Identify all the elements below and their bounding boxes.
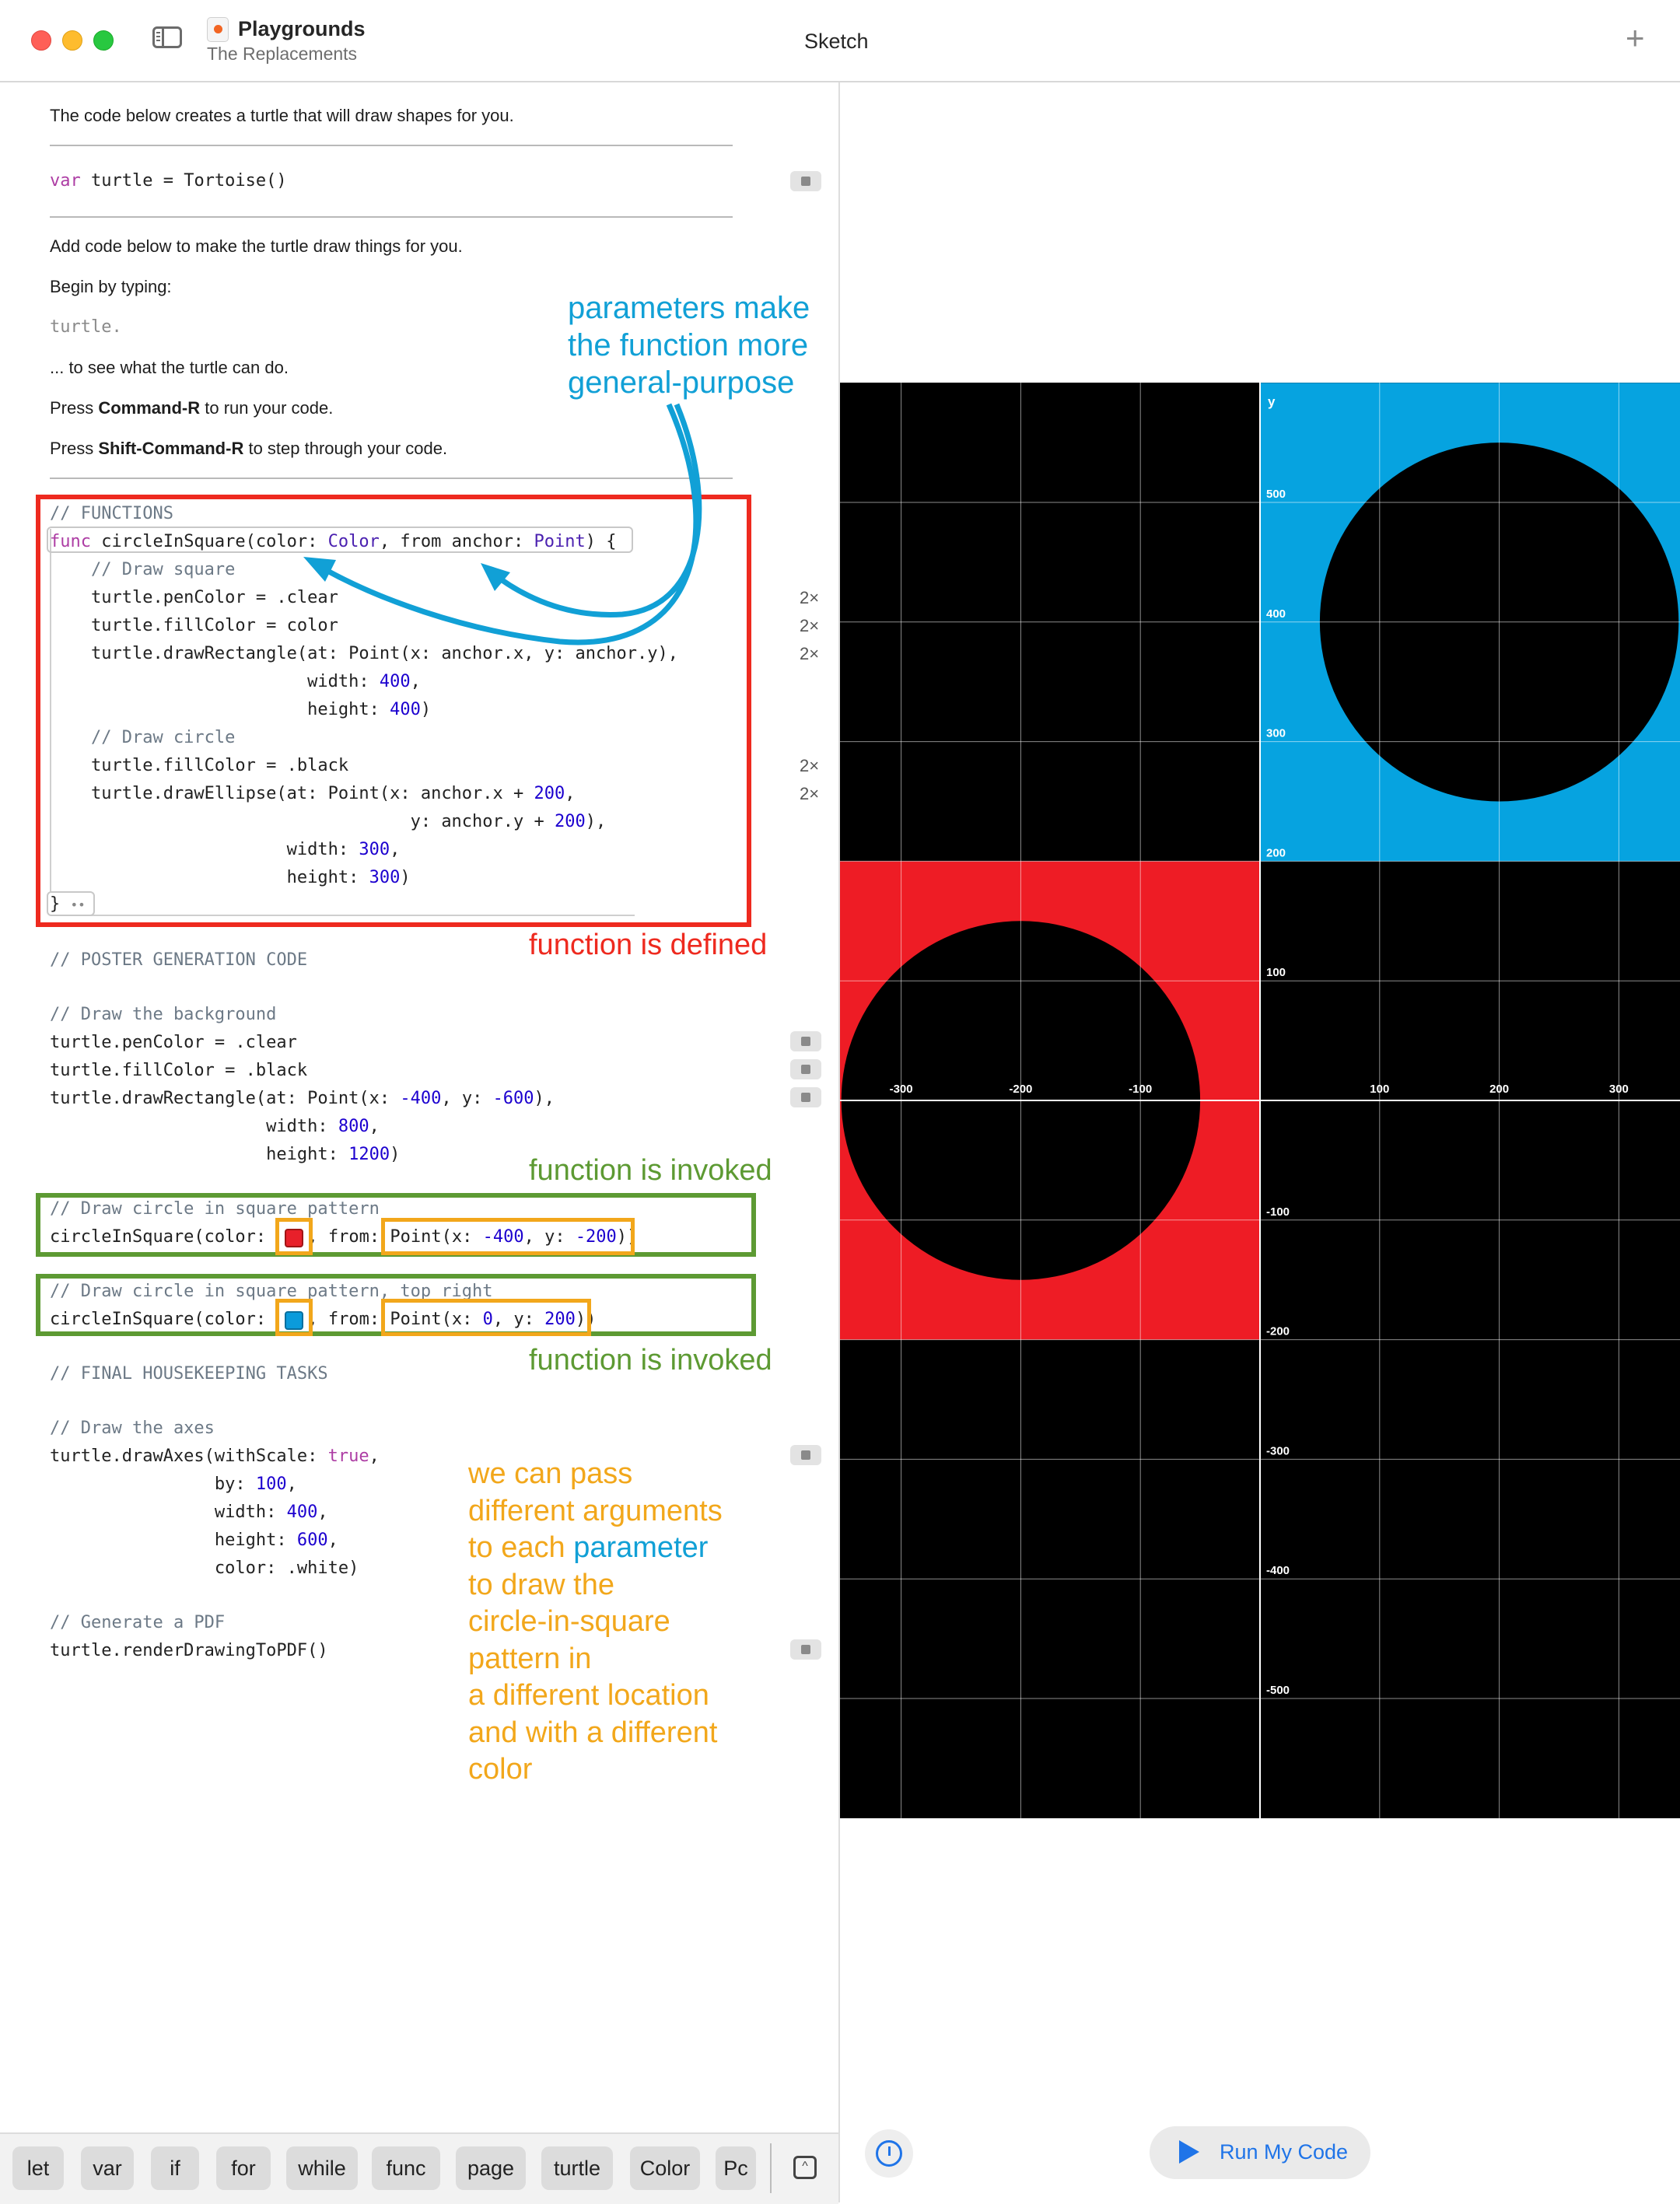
code-line-axes-height[interactable]: height: 600, xyxy=(50,1531,338,1550)
code-line-axes-by[interactable]: by: 100, xyxy=(50,1475,297,1494)
code-line-bg-rect[interactable]: turtle.drawRectangle(at: Point(x: -400, … xyxy=(50,1089,555,1108)
add-icon[interactable]: + xyxy=(1626,22,1645,54)
annotation-function-defined: function is defined xyxy=(529,929,768,961)
code-line-bg-height[interactable]: height: 1200) xyxy=(50,1145,400,1164)
keyword-var[interactable]: var xyxy=(81,2146,134,2190)
keyword-while[interactable]: while xyxy=(286,2146,358,2190)
x-tick-label: 100 xyxy=(1370,1083,1389,1096)
y-tick-label: -100 xyxy=(1266,1205,1290,1219)
run-my-code-label[interactable]: Run My Code xyxy=(1220,2140,1348,2164)
turtle-drawing: -300 -200 -100 100 200 300 500 400 300 200 100 -100… xyxy=(840,383,1680,1818)
y-tick-label: -400 xyxy=(1266,1564,1290,1577)
keyword-point[interactable]: Pc xyxy=(716,2146,756,2190)
code-line-axes-color[interactable]: color: .white) xyxy=(50,1559,359,1578)
annotation-parameters: parameters make the function more genera… xyxy=(568,291,810,400)
result-badge-icon[interactable] xyxy=(790,1087,821,1107)
code-line-bg-width[interactable]: width: 800, xyxy=(50,1117,380,1136)
turtle-canvas: -300 -200 -100 100 200 300 500 400 300 200 100 -100… xyxy=(840,383,1680,1818)
y-tick-label: 500 xyxy=(1266,488,1286,501)
keyword-page[interactable]: page xyxy=(456,2146,526,2190)
annotation-function-invoked: function is invoked xyxy=(529,1344,772,1377)
keyword-color[interactable]: Color xyxy=(630,2146,700,2190)
x-tick-label: -100 xyxy=(1129,1083,1152,1096)
shortcut-bar-separator xyxy=(770,2143,772,2193)
result-badge-icon[interactable] xyxy=(790,1031,821,1051)
y-tick-label: -500 xyxy=(1266,1684,1290,1697)
x-tick-label: -300 xyxy=(890,1083,913,1096)
argument-highlight-color-2 xyxy=(275,1299,313,1336)
code-comment-final[interactable]: // FINAL HOUSEKEEPING TASKS xyxy=(50,1364,328,1384)
x-tick-label: -200 xyxy=(1009,1083,1032,1096)
code-line-bg-fill[interactable]: turtle.fillColor = .black xyxy=(50,1061,307,1080)
annotation-arguments: we can pass different arguments to each … xyxy=(468,1457,723,1786)
keyword-let[interactable]: let xyxy=(12,2146,64,2190)
speed-gauge-icon[interactable] xyxy=(865,2129,913,2178)
code-comment-axes[interactable]: // Draw the axes xyxy=(50,1419,215,1438)
argument-highlight-point-2 xyxy=(381,1299,591,1336)
y-tick-label: 400 xyxy=(1266,607,1286,621)
code-comment-background[interactable]: // Draw the background xyxy=(50,1005,276,1024)
keyword-func[interactable]: func xyxy=(372,2146,440,2190)
y-tick-label: 300 xyxy=(1266,727,1286,740)
code-line-pdf[interactable]: turtle.renderDrawingToPDF() xyxy=(50,1641,328,1660)
code-line-axes-width[interactable]: width: 400, xyxy=(50,1503,328,1522)
annotation-function-invoked: function is invoked xyxy=(529,1154,772,1187)
argument-highlight-point-1 xyxy=(381,1218,635,1255)
keyword-turtle[interactable]: turtle xyxy=(541,2146,613,2190)
y-tick-label: -200 xyxy=(1266,1325,1290,1338)
y-axis-label: y xyxy=(1268,394,1276,409)
y-tick-label: -300 xyxy=(1266,1444,1290,1457)
x-tick-label: 300 xyxy=(1609,1083,1629,1096)
code-line-bg-pen[interactable]: turtle.penColor = .clear xyxy=(50,1033,297,1052)
code-comment-pdf[interactable]: // Generate a PDF xyxy=(50,1613,225,1632)
result-badge-icon[interactable] xyxy=(790,1059,821,1079)
result-badge-icon[interactable] xyxy=(790,1639,821,1660)
y-tick-label: 200 xyxy=(1266,846,1286,859)
y-tick-label: 100 xyxy=(1266,966,1286,979)
keyword-for[interactable]: for xyxy=(216,2146,271,2190)
keyword-if[interactable]: if xyxy=(151,2146,199,2190)
code-line-axes[interactable]: turtle.drawAxes(withScale: true, xyxy=(50,1447,380,1466)
run-count[interactable]: 2× xyxy=(800,784,819,804)
play-icon[interactable] xyxy=(1179,2140,1199,2164)
result-badge-icon[interactable] xyxy=(790,1445,821,1465)
code-comment-poster[interactable]: // POSTER GENERATION CODE xyxy=(50,950,307,970)
argument-highlight-color-1 xyxy=(275,1218,313,1255)
x-tick-label: 200 xyxy=(1489,1083,1509,1096)
keyboard-toggle-icon[interactable]: ^ xyxy=(793,2156,817,2179)
